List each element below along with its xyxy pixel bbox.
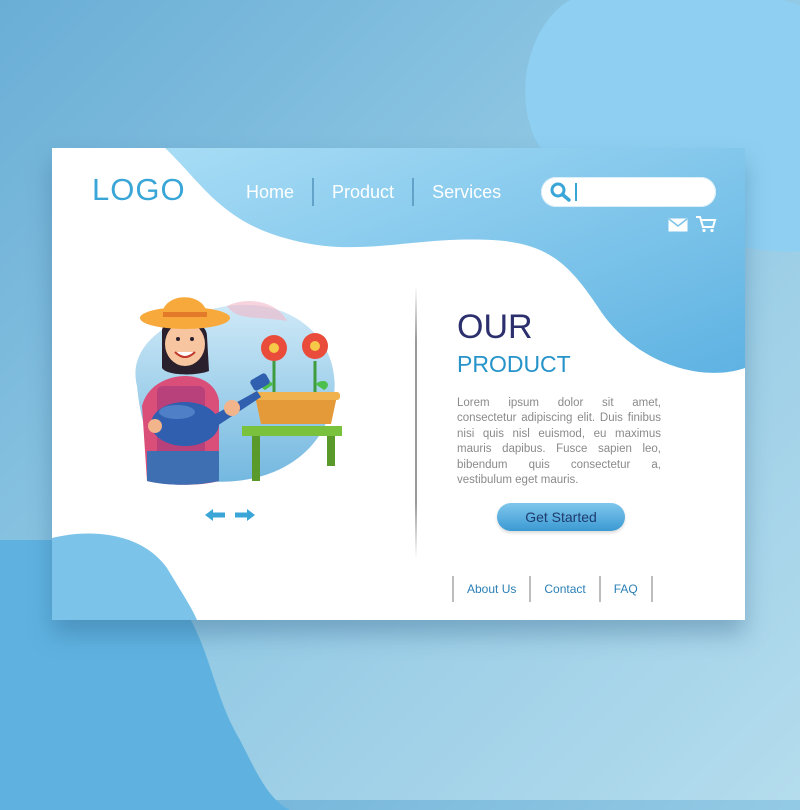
- mail-icon[interactable]: [668, 218, 688, 232]
- section-divider: [415, 286, 417, 558]
- hero-title: OUR: [457, 308, 533, 346]
- nav-home[interactable]: Home: [228, 182, 312, 203]
- search-bar: [541, 177, 716, 207]
- hero-description: Lorem ipsum dolor sit amet, consectetur …: [457, 397, 661, 487]
- arrow-right-icon[interactable]: [234, 508, 256, 522]
- nav-services[interactable]: Services: [414, 182, 519, 203]
- footer-link-faq[interactable]: FAQ: [601, 582, 651, 596]
- nav-product[interactable]: Product: [314, 182, 412, 203]
- cart-icon[interactable]: [695, 215, 717, 233]
- search-icon[interactable]: [549, 181, 573, 203]
- search-input[interactable]: [581, 181, 710, 205]
- footer-link-about-us[interactable]: About Us: [454, 582, 529, 596]
- footer-links: About Us Contact FAQ: [452, 576, 653, 602]
- hero-subtitle: PRODUCT: [457, 351, 571, 377]
- nav-divider: [412, 178, 415, 206]
- footer-divider: [650, 576, 653, 602]
- main-nav: Home Product Services: [228, 178, 519, 206]
- gardener-illustration: [135, 297, 342, 485]
- search-divider: [575, 183, 577, 201]
- logo[interactable]: LOGO: [92, 172, 186, 208]
- get-started-button[interactable]: Get Started: [497, 503, 625, 531]
- landing-page-card: LOGO Home Product Services OUR PRODUCT L…: [52, 148, 745, 620]
- arrow-left-icon[interactable]: [204, 508, 226, 522]
- carousel-controls: [204, 508, 256, 522]
- footer-link-contact[interactable]: Contact: [531, 582, 598, 596]
- nav-divider: [312, 178, 315, 206]
